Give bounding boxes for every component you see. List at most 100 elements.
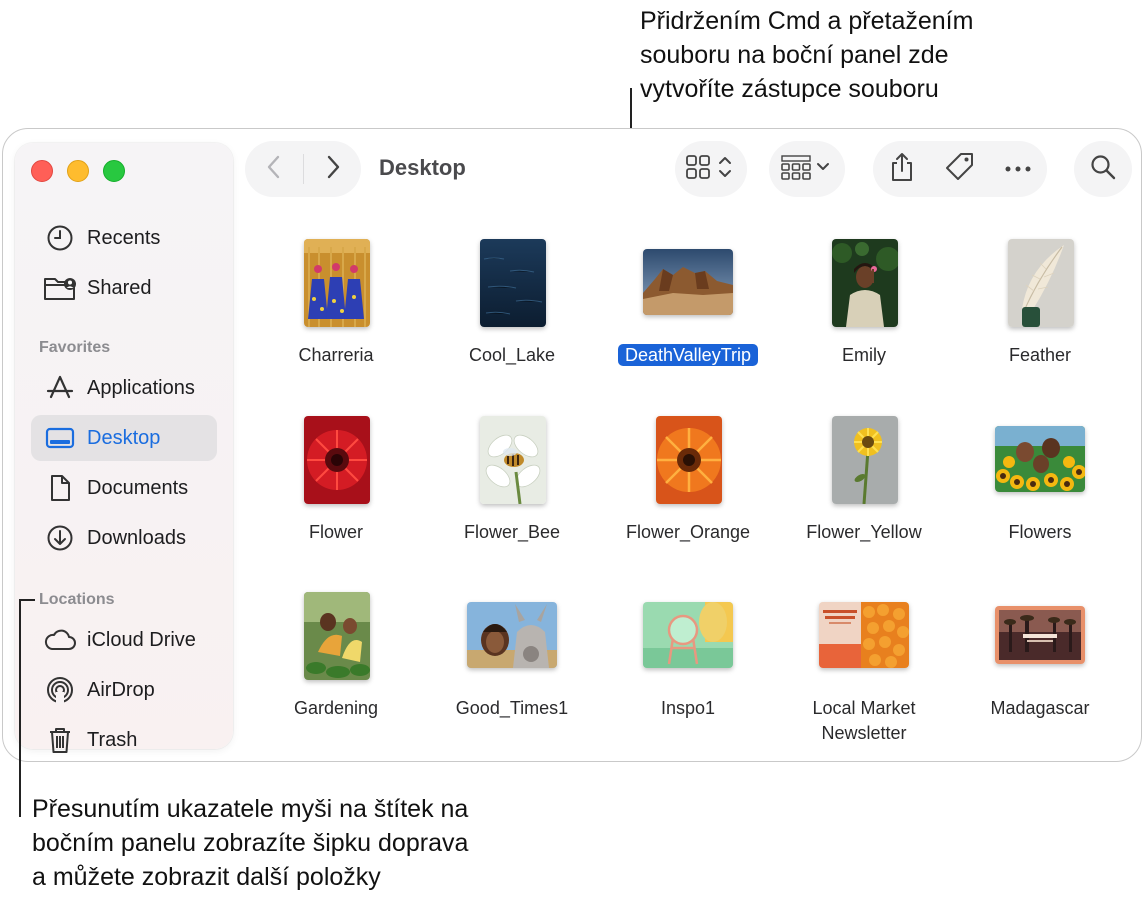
sidebar-item-label: AirDrop: [87, 678, 155, 701]
callout-bottom-line-3: a můžete zobrazit další položky: [32, 863, 381, 891]
file-thumbnail: [832, 239, 898, 327]
file-name: Flower: [308, 522, 363, 542]
sidebar-item-documents[interactable]: Documents: [31, 465, 217, 511]
file-item-flower-bee[interactable]: Flower_Bee: [424, 414, 600, 554]
share-button[interactable]: [873, 141, 931, 197]
file-name-line-1: Local Market: [812, 698, 916, 718]
window-title: Desktop: [379, 155, 466, 180]
sidebar-item-label: Documents: [87, 476, 189, 499]
file-thumbnail: [643, 602, 733, 668]
chevron-right-icon: [325, 154, 341, 185]
more-actions-button[interactable]: [989, 141, 1047, 197]
sidebar-item-recents[interactable]: Recents: [31, 215, 217, 261]
file-item-gardening[interactable]: Gardening: [248, 590, 424, 750]
sidebar-section-locations[interactable]: Locations: [39, 591, 115, 609]
trash-icon: [43, 723, 77, 757]
file-name: Flower_Orange: [625, 522, 751, 542]
file-item-local-market-newsletter[interactable]: Local Market Newsletter: [776, 590, 952, 750]
callout-top-line-3: vytvoříte zástupce souboru: [640, 75, 939, 103]
finder-window: Recents Shared Favorites Applications De…: [2, 128, 1142, 762]
callout-bottom: Přesunutím ukazatele myši na štítek na b…: [32, 792, 468, 894]
file-name: Inspo1: [660, 698, 716, 718]
file-name: Madagascar: [990, 698, 1090, 718]
file-thumbnail: [467, 602, 557, 668]
sidebar-item-downloads[interactable]: Downloads: [31, 515, 217, 561]
file-thumbnail: [304, 592, 370, 680]
file-thumbnail: [304, 416, 370, 504]
file-item-feather[interactable]: Feather: [952, 237, 1128, 377]
close-window-button[interactable]: [31, 160, 53, 182]
sidebar-item-desktop[interactable]: Desktop: [31, 415, 217, 461]
file-name: Feather: [1008, 345, 1072, 365]
sidebar-item-applications[interactable]: Applications: [31, 365, 217, 411]
file-name: Flower_Yellow: [806, 522, 922, 542]
file-item-flowers[interactable]: Flowers: [952, 414, 1128, 554]
sidebar-section-favorites[interactable]: Favorites: [39, 339, 110, 357]
tag-icon: [944, 151, 976, 188]
file-thumbnail: [1008, 239, 1074, 327]
file-name: Gardening: [293, 698, 379, 718]
callout-top-line-2: souboru na boční panel zde: [640, 41, 949, 69]
callout-top: Přidržením Cmd a přetažením souboru na b…: [640, 4, 973, 106]
sidebar-item-label: Desktop: [87, 426, 161, 449]
file-name: DeathValleyTrip: [600, 343, 776, 368]
sidebar-item-label: Downloads: [87, 526, 186, 549]
minimize-window-button[interactable]: [67, 160, 89, 182]
file-thumbnail: [480, 416, 546, 504]
file-item-cool-lake[interactable]: Cool_Lake: [424, 237, 600, 377]
file-thumbnail: [656, 416, 722, 504]
file-thumbnail: [995, 606, 1085, 664]
file-item-emily[interactable]: Emily: [776, 237, 952, 377]
file-name: Emily: [842, 345, 886, 365]
file-item-death-valley-trip[interactable]: DeathValleyTrip: [600, 237, 776, 377]
file-thumbnail: [643, 249, 733, 315]
search-button[interactable]: [1074, 141, 1132, 197]
sidebar-item-shared[interactable]: Shared: [31, 265, 217, 311]
file-item-flower-yellow[interactable]: Flower_Yellow: [776, 414, 952, 554]
file-thumbnail: [819, 602, 909, 668]
sidebar-item-label: iCloud Drive: [87, 628, 196, 651]
group-options-button[interactable]: [769, 141, 845, 197]
navigation-buttons: [245, 141, 361, 197]
chevron-left-icon: [266, 154, 282, 185]
file-item-inspo1[interactable]: Inspo1: [600, 590, 776, 750]
sidebar-item-airdrop[interactable]: AirDrop: [31, 667, 217, 713]
callout-bottom-line-2: bočním panelu zobrazíte šipku doprava: [32, 829, 469, 857]
zoom-window-button[interactable]: [103, 160, 125, 182]
download-icon: [43, 521, 77, 555]
clock-icon: [43, 221, 77, 255]
file-name: Cool_Lake: [468, 345, 556, 365]
view-options-button[interactable]: [675, 141, 747, 197]
cloud-icon: [43, 623, 77, 657]
applications-icon: [43, 371, 77, 405]
file-name-line-2: Newsletter: [821, 723, 907, 743]
sidebar: Recents Shared Favorites Applications De…: [15, 143, 233, 753]
file-item-flower[interactable]: Flower: [248, 414, 424, 554]
file-item-charreria[interactable]: Charreria: [248, 237, 424, 377]
back-button[interactable]: [245, 141, 303, 197]
sidebar-item-icloud-drive[interactable]: iCloud Drive: [31, 617, 217, 663]
file-item-madagascar[interactable]: Madagascar: [952, 590, 1128, 750]
desktop-icon: [43, 421, 77, 455]
file-thumbnail: [995, 426, 1085, 492]
tag-button[interactable]: [931, 141, 989, 197]
callout-top-line-1: Přidržením Cmd a přetažením: [640, 7, 974, 35]
actions-toolbar-group: [873, 141, 1047, 197]
icon-view-icon: [684, 153, 738, 186]
sidebar-item-label: Shared: [87, 276, 152, 299]
sidebar-item-label: Trash: [87, 728, 138, 751]
sidebar-item-label: Recents: [87, 226, 161, 249]
forward-button[interactable]: [304, 141, 361, 197]
file-thumbnail: [480, 239, 546, 327]
file-name: Flower_Bee: [463, 522, 561, 542]
callout-bottom-leader-tick: [19, 599, 35, 601]
callout-bottom-line-1: Přesunutím ukazatele myši na štítek na: [32, 795, 469, 823]
search-icon: [1089, 153, 1117, 186]
file-item-flower-orange[interactable]: Flower_Orange: [600, 414, 776, 554]
sidebar-item-label: Applications: [87, 376, 195, 399]
selected-file-name: DeathValleyTrip: [617, 344, 759, 366]
group-grid-icon: [779, 153, 835, 186]
file-name: Local Market Newsletter: [776, 696, 952, 746]
file-item-good-times1[interactable]: Good_Times1: [424, 590, 600, 750]
sidebar-item-trash[interactable]: Trash: [31, 717, 217, 761]
